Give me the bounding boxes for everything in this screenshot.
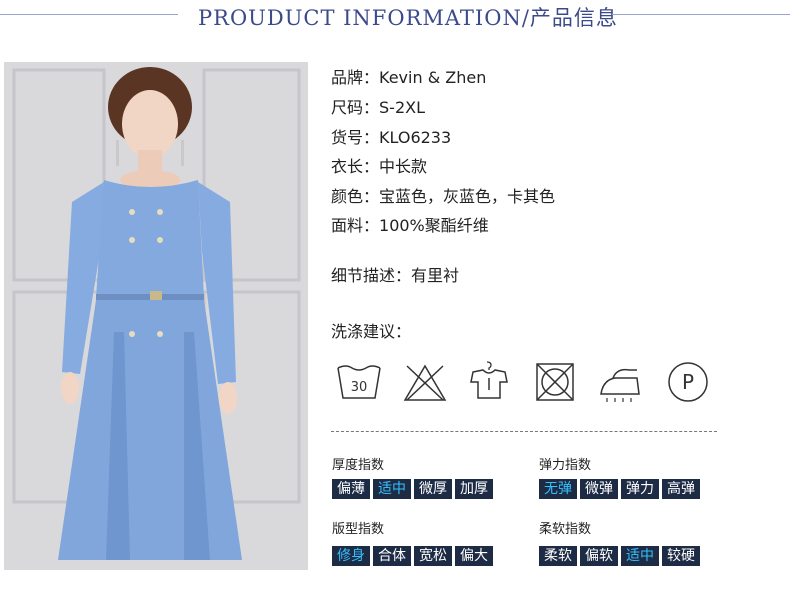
elasticity-option-selected: 无弹 <box>539 479 577 499</box>
spec-size: 尺码：S-2XL <box>331 94 425 118</box>
page-title: PROUDUCT INFORMATION/产品信息 <box>198 6 618 30</box>
elasticity-option: 高弹 <box>662 479 700 499</box>
softness-option: 较硬 <box>662 546 700 566</box>
divider <box>331 431 717 432</box>
elasticity-title: 弹力指数 <box>539 458 592 473</box>
detail-row: 细节描述：有里衬 <box>331 262 459 286</box>
header-line-right <box>612 14 790 15</box>
elasticity-index: 无弹 微弹 弹力 高弹 <box>539 479 700 499</box>
spec-brand-value: Kevin & Zhen <box>379 68 487 87</box>
dress-illustration <box>4 62 308 570</box>
thickness-index: 偏薄 适中 微厚 加厚 <box>332 479 493 499</box>
spec-color: 颜色：宝蓝色，灰蓝色，卡其色 <box>331 183 555 207</box>
care-title: 洗涤建议： <box>331 322 412 341</box>
no-bleach-icon <box>401 360 449 404</box>
fit-index: 修身 合体 宽松 偏大 <box>332 546 493 566</box>
spec-color-value: 宝蓝色，灰蓝色，卡其色 <box>379 187 556 206</box>
spec-color-label: 颜色： <box>331 187 380 206</box>
spec-size-label: 尺码： <box>331 98 380 117</box>
thickness-option: 加厚 <box>455 479 493 499</box>
spec-brand: 品牌：Kevin & Zhen <box>331 64 486 88</box>
spec-length-value: 中长款 <box>379 157 428 176</box>
softness-option: 柔软 <box>539 546 577 566</box>
fit-option-selected: 修身 <box>332 546 370 566</box>
fit-option: 偏大 <box>455 546 493 566</box>
fit-option: 合体 <box>373 546 411 566</box>
softness-title: 柔软指数 <box>539 522 592 537</box>
elasticity-option: 微弹 <box>580 479 618 499</box>
product-photo <box>4 62 308 570</box>
spec-item-no-value: KLO6233 <box>379 128 452 147</box>
detail-label: 细节描述： <box>331 266 412 285</box>
spec-item-no-label: 货号： <box>331 128 380 147</box>
dryclean-letter: P <box>682 370 694 394</box>
thickness-option-selected: 适中 <box>373 479 411 499</box>
hang-dry-icon <box>465 360 513 404</box>
softness-option: 偏软 <box>580 546 618 566</box>
header-line-left <box>0 14 178 15</box>
spec-length: 衣长：中长款 <box>331 153 427 177</box>
no-tumble-dry-icon <box>531 360 579 404</box>
iron-icon <box>597 360 645 404</box>
thickness-title: 厚度指数 <box>332 458 385 473</box>
softness-index: 柔软 偏软 适中 较硬 <box>539 546 700 566</box>
elasticity-option: 弹力 <box>621 479 659 499</box>
spec-size-value: S-2XL <box>379 98 425 117</box>
thickness-option: 偏薄 <box>332 479 370 499</box>
softness-option-selected: 适中 <box>621 546 659 566</box>
wash-temp: 30 <box>351 380 368 395</box>
fit-option: 宽松 <box>414 546 452 566</box>
spec-fabric-label: 面料： <box>331 216 380 235</box>
fit-title: 版型指数 <box>332 522 385 537</box>
spec-item-no: 货号：KLO6233 <box>331 124 451 148</box>
spec-fabric-value: 100%聚酯纤维 <box>379 216 489 235</box>
thickness-option: 微厚 <box>414 479 452 499</box>
spec-fabric: 面料：100%聚酯纤维 <box>331 212 489 236</box>
spec-length-label: 衣长： <box>331 157 380 176</box>
detail-value: 有里衬 <box>411 266 460 285</box>
wash-30-icon: 30 <box>334 360 382 404</box>
spec-brand-label: 品牌： <box>331 68 380 87</box>
dry-clean-p-icon: P <box>664 360 712 404</box>
